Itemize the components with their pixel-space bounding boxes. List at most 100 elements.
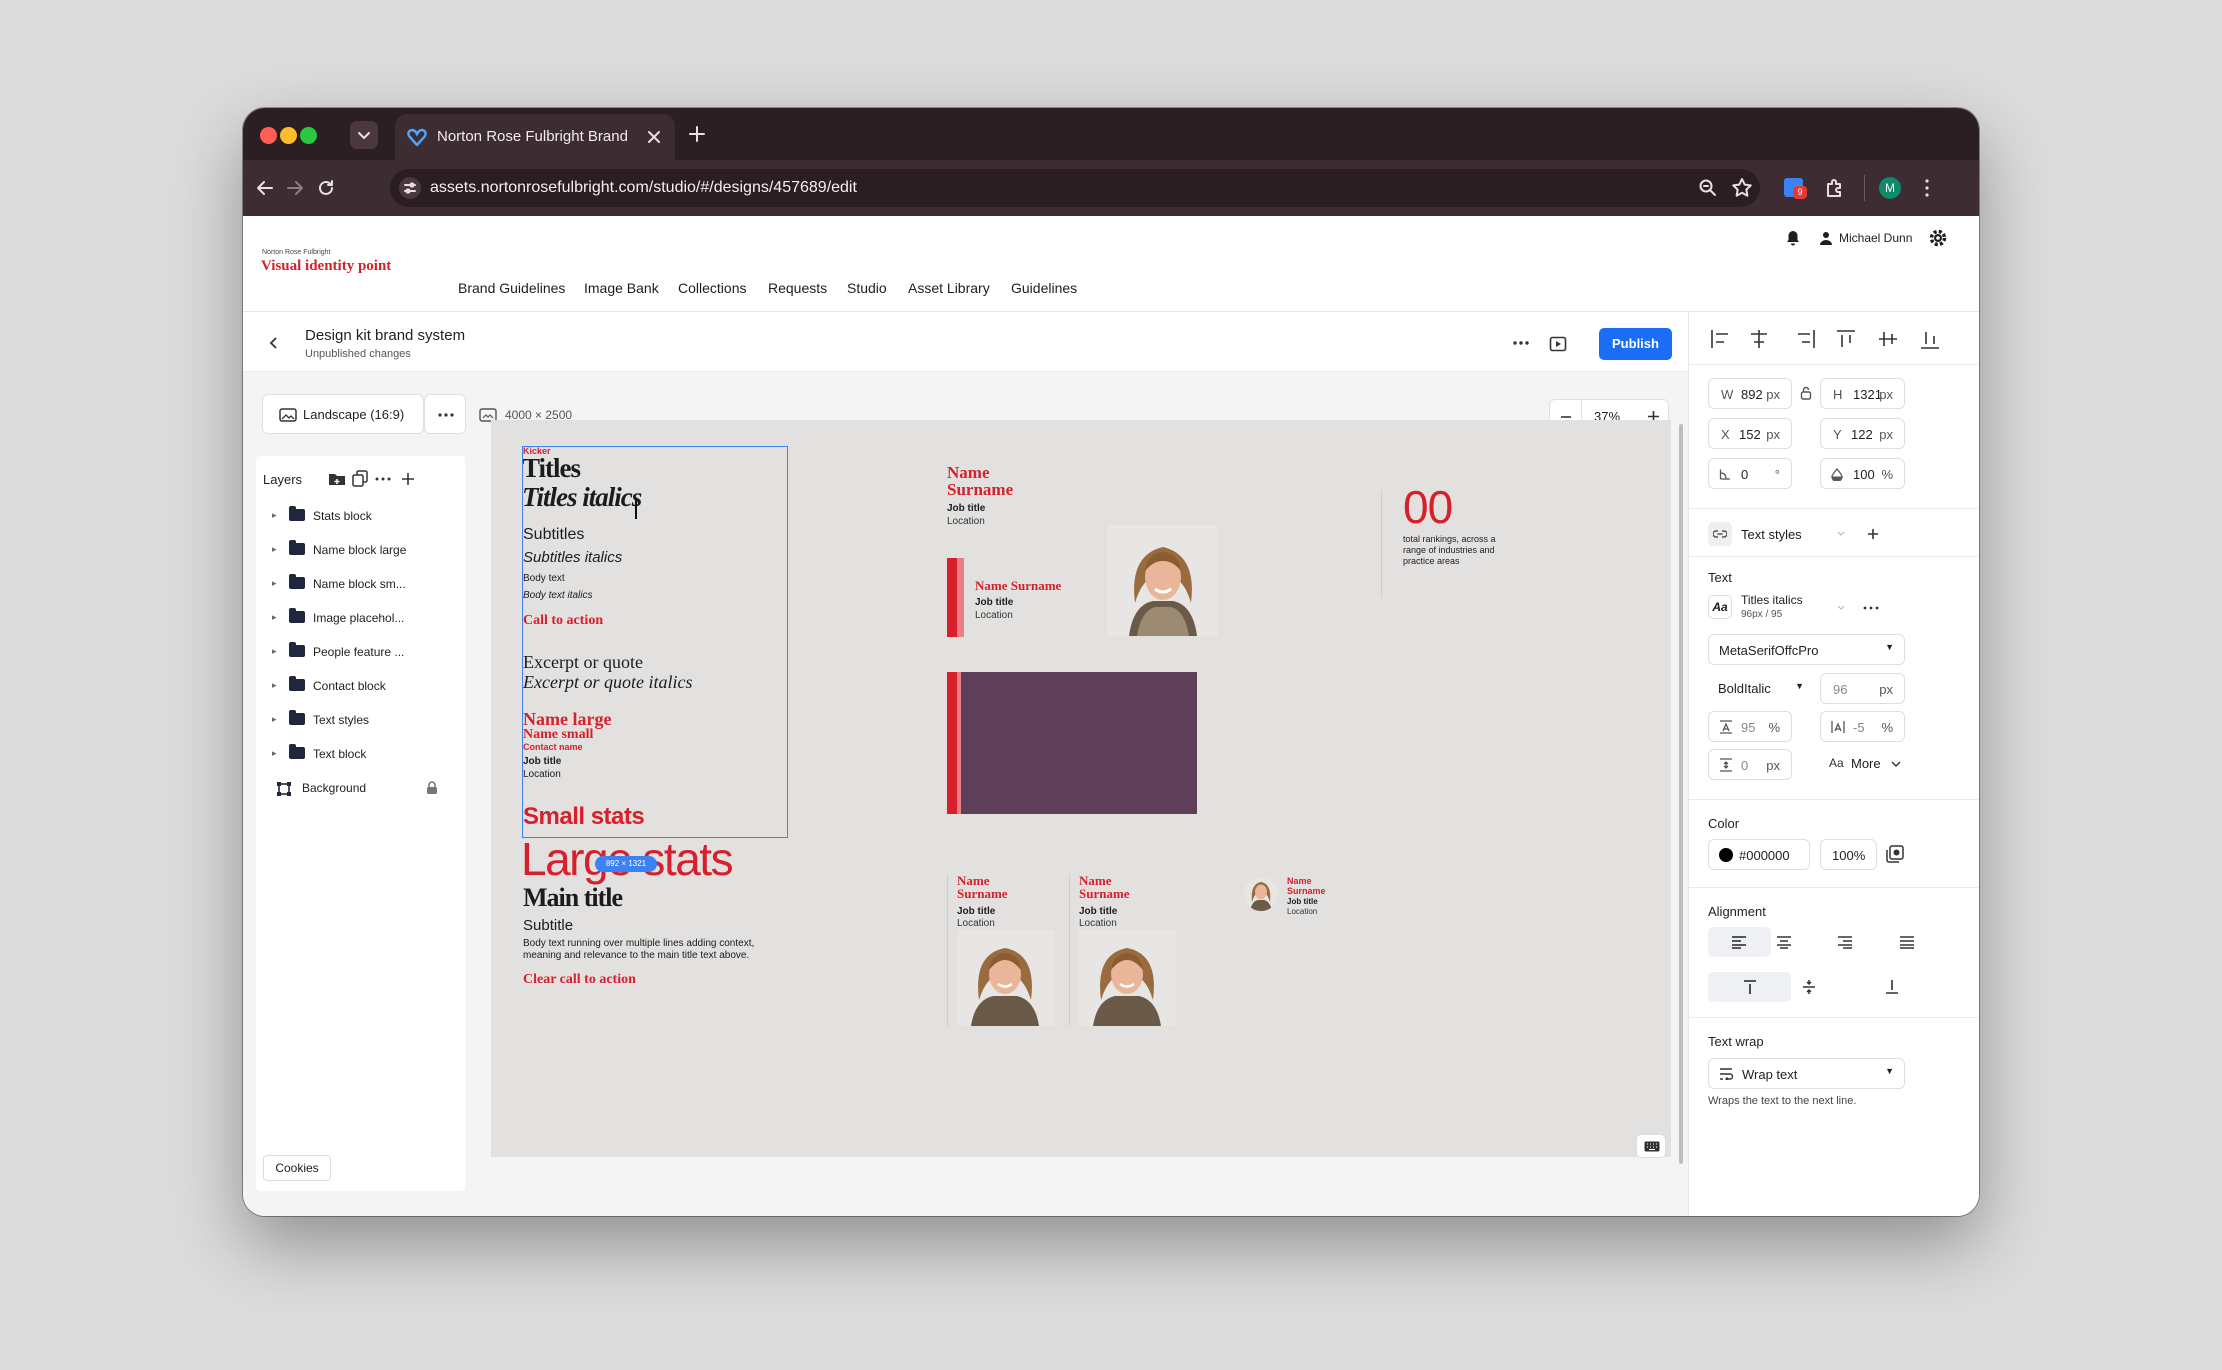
expand-arrow-icon[interactable]: ▸ <box>272 714 277 725</box>
minimize-window-button[interactable] <box>280 127 297 144</box>
font-size-field[interactable]: 96 px <box>1820 673 1905 704</box>
align-middle-icon[interactable] <box>1876 326 1896 350</box>
color-opacity-field[interactable]: 100% <box>1820 839 1877 870</box>
site-settings-icon[interactable] <box>398 176 422 200</box>
design-title[interactable]: Design kit brand system <box>305 327 465 344</box>
x-field[interactable]: X 152 px <box>1708 418 1792 449</box>
paragraph-spacing-field[interactable]: 0 px <box>1708 749 1792 780</box>
body-paragraph[interactable]: Body text running over multiple lines ad… <box>523 938 781 962</box>
settings-gear-icon[interactable] <box>1928 228 1948 248</box>
back-chevron-icon[interactable] <box>268 337 280 349</box>
align-text-center-icon[interactable] <box>1776 935 1792 949</box>
expand-arrow-icon[interactable]: ▸ <box>272 646 277 657</box>
add-folder-icon[interactable] <box>328 471 346 486</box>
forward-icon[interactable] <box>283 176 307 200</box>
name-block-large-name[interactable]: Name Surname <box>947 464 1013 498</box>
tab-search-button[interactable] <box>350 121 378 149</box>
portrait-image[interactable] <box>1107 525 1218 636</box>
vertical-align-top-button[interactable] <box>1708 972 1791 1002</box>
layers-more-icon[interactable] <box>374 476 392 482</box>
extension-icon[interactable]: 9 <box>1784 178 1807 199</box>
nav-studio[interactable]: Studio <box>847 280 887 296</box>
publish-button[interactable]: Publish <box>1599 328 1672 360</box>
person-1-name[interactable]: Name Surname <box>957 874 1008 900</box>
align-top-icon[interactable] <box>1834 326 1854 350</box>
name-block-small-name[interactable]: Name Surname <box>975 578 1061 594</box>
align-text-justify-icon[interactable] <box>1899 935 1915 949</box>
person-2-photo[interactable] <box>1079 930 1176 1026</box>
person-2-name[interactable]: Name Surname <box>1079 874 1130 900</box>
align-bottom-icon[interactable] <box>1918 326 1938 350</box>
line-height-field[interactable]: 95% <box>1708 711 1792 742</box>
bell-icon[interactable] <box>1784 229 1802 247</box>
cookies-button[interactable]: Cookies <box>263 1155 331 1181</box>
main-title-text[interactable]: Main title <box>523 883 623 913</box>
more-text-options-button[interactable]: More <box>1851 756 1881 771</box>
puzzle-icon[interactable] <box>1823 176 1847 200</box>
stat-number[interactable]: 00 <box>1403 480 1453 534</box>
chevron-down-icon[interactable] <box>1891 761 1901 767</box>
selection-box[interactable] <box>522 446 788 838</box>
add-text-style-icon[interactable] <box>1867 528 1879 540</box>
color-library-icon[interactable] <box>1886 845 1904 863</box>
nav-image-bank[interactable]: Image Bank <box>584 280 659 296</box>
text-styles-label[interactable]: Text styles <box>1741 527 1802 542</box>
nav-collections[interactable]: Collections <box>678 280 746 296</box>
chevron-down-icon[interactable] <box>1837 531 1845 536</box>
letter-spacing-field[interactable]: -5% <box>1820 711 1905 742</box>
profile-avatar[interactable]: M <box>1879 177 1901 199</box>
back-icon[interactable] <box>253 176 277 200</box>
format-more-button[interactable] <box>424 394 466 434</box>
text-wrap-select[interactable]: Wrap text ▼ <box>1708 1058 1905 1089</box>
contact-name[interactable]: Name Surname <box>1287 876 1326 896</box>
subtitle-text[interactable]: Subtitle <box>523 917 573 934</box>
align-center-horizontal-icon[interactable] <box>1750 326 1770 350</box>
add-layer-icon[interactable] <box>401 472 415 486</box>
close-tab-icon[interactable] <box>645 128 663 146</box>
design-canvas[interactable]: Kicker Titles Titles italics Subtitles S… <box>491 420 1671 1157</box>
nav-asset-library[interactable]: Asset Library <box>908 280 990 296</box>
nav-guidelines[interactable]: Guidelines <box>1011 280 1077 296</box>
site-logo[interactable]: Visual identity point <box>261 258 391 275</box>
address-bar[interactable]: assets.nortonrosefulbright.com/studio/#/… <box>390 169 1760 207</box>
close-window-button[interactable] <box>260 127 277 144</box>
rotation-field[interactable]: 0 ° <box>1708 458 1792 489</box>
expand-arrow-icon[interactable]: ▸ <box>272 510 277 521</box>
link-styles-button[interactable] <box>1708 522 1732 546</box>
duplicate-icon[interactable] <box>352 470 368 487</box>
shortcuts-button[interactable] <box>1636 1134 1666 1158</box>
vertical-scrollbar[interactable] <box>1679 424 1683 1164</box>
color-swatch[interactable] <box>1719 848 1733 862</box>
aspect-lock-icon[interactable] <box>1800 386 1812 400</box>
expand-arrow-icon[interactable]: ▸ <box>272 544 277 555</box>
nav-brand-guidelines[interactable]: Brand Guidelines <box>458 280 565 296</box>
new-tab-icon[interactable] <box>687 124 707 144</box>
reload-icon[interactable] <box>314 176 338 200</box>
expand-arrow-icon[interactable]: ▸ <box>272 680 277 691</box>
active-tab[interactable]: Norton Rose Fulbright Brand <box>395 114 675 160</box>
style-more-icon[interactable] <box>1863 606 1879 610</box>
font-family-select[interactable]: MetaSerifOffcPro ▼ <box>1708 634 1905 665</box>
zoom-icon[interactable] <box>1698 178 1718 198</box>
layer-item-background[interactable]: Background <box>272 777 452 801</box>
font-weight-select[interactable]: BoldItalic ▼ <box>1708 673 1814 704</box>
text-align-left-button[interactable] <box>1708 927 1771 957</box>
height-field[interactable]: H 1321 px <box>1820 378 1905 409</box>
kebab-menu-icon[interactable] <box>1915 176 1939 200</box>
bookmark-star-icon[interactable] <box>1731 177 1753 199</box>
stat-description[interactable]: total rankings, across a range of indust… <box>1403 534 1515 567</box>
align-right-icon[interactable] <box>1791 326 1811 350</box>
format-selector[interactable]: Landscape (16:9) <box>262 394 424 434</box>
expand-arrow-icon[interactable]: ▸ <box>272 578 277 589</box>
nav-requests[interactable]: Requests <box>768 280 827 296</box>
person-1-photo[interactable] <box>957 930 1054 1026</box>
more-options-icon[interactable] <box>1511 340 1531 346</box>
contact-avatar[interactable] <box>1244 877 1278 911</box>
expand-arrow-icon[interactable]: ▸ <box>272 612 277 623</box>
opacity-field[interactable]: 100% <box>1820 458 1905 489</box>
align-text-right-icon[interactable] <box>1837 935 1853 949</box>
color-hex-field[interactable]: #000000 <box>1708 839 1810 870</box>
width-field[interactable]: W 892 px <box>1708 378 1792 409</box>
align-left-icon[interactable] <box>1709 326 1729 350</box>
user-name[interactable]: Michael Dunn <box>1839 231 1912 245</box>
